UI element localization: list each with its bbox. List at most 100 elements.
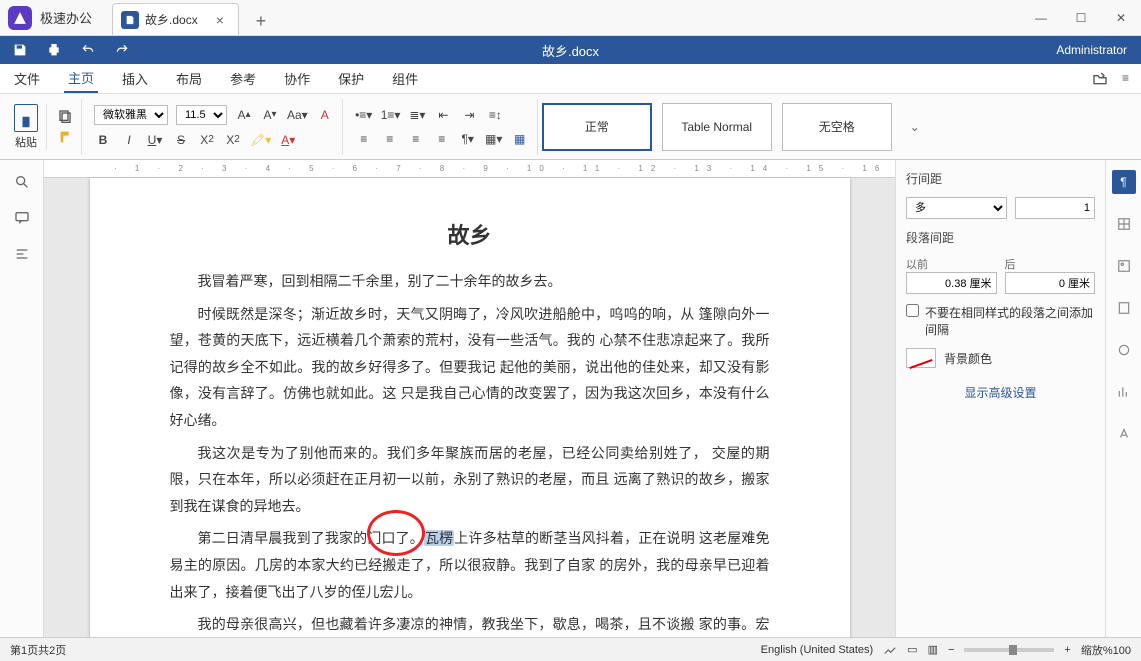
shading-button[interactable]: ▦▾ [485, 130, 503, 148]
comments-icon[interactable] [14, 210, 30, 226]
borders-button[interactable]: ▦ [511, 130, 529, 148]
titlebar: 极速办公 故乡.docx × + — ☐ ✕ [0, 0, 1141, 36]
font-family-select[interactable]: 微软雅黑 [94, 105, 168, 125]
paragraph-panel: 行间距 多 段落间距 以前 后 不要在相同样式的段落之间添加间隔 背景颜色 显示… [895, 160, 1105, 637]
line-spacing-value-input[interactable] [1015, 197, 1095, 219]
close-icon[interactable]: × [216, 12, 224, 28]
after-label: 后 [1005, 256, 1096, 272]
numbering-button[interactable]: 1≡▾ [381, 106, 401, 124]
italic-button[interactable]: I [120, 131, 138, 149]
search-icon[interactable] [14, 174, 30, 190]
menu-collab[interactable]: 协作 [280, 65, 314, 92]
copy-button[interactable] [57, 108, 75, 126]
menu-home[interactable]: 主页 [64, 64, 98, 93]
menu-file[interactable]: 文件 [10, 65, 44, 92]
close-window-button[interactable]: ✕ [1101, 2, 1141, 34]
menu-insert[interactable]: 插入 [118, 65, 152, 92]
selected-text[interactable]: 瓦楞 [424, 530, 454, 546]
align-left-button[interactable]: ≡ [355, 130, 373, 148]
new-tab-button[interactable]: + [247, 7, 275, 35]
more-menu-icon[interactable]: ≡ [1122, 71, 1129, 87]
multilevel-button[interactable]: ≣▾ [408, 106, 426, 124]
document-page[interactable]: 故乡 我冒着严寒，回到相隔二千余里，别了二十余年的故乡去。 时候既然是深冬；渐近… [90, 178, 850, 637]
editor-area[interactable]: · 1 · 2 · 3 · 4 · 5 · 6 · 7 · 8 · 9 · 10… [44, 160, 895, 637]
shrink-font-icon[interactable]: A▾ [261, 106, 279, 124]
decrease-indent-button[interactable]: ⇤ [434, 106, 452, 124]
save-button[interactable] [12, 42, 28, 58]
view-web-icon[interactable]: ▥ [928, 643, 938, 656]
image-pane-icon[interactable] [1112, 254, 1136, 278]
table-pane-icon[interactable] [1112, 212, 1136, 236]
same-style-checkbox[interactable] [906, 304, 919, 317]
zoom-slider[interactable] [964, 648, 1054, 652]
user-label[interactable]: Administrator [1056, 43, 1141, 57]
zoom-in-button[interactable]: + [1064, 644, 1070, 656]
style-table-normal[interactable]: Table Normal [662, 103, 772, 151]
paste-icon[interactable] [14, 104, 38, 132]
menubar: 文件 主页 插入 布局 参考 协作 保护 组件 ≡ [0, 64, 1141, 94]
font-color-a-icon[interactable]: A [316, 106, 334, 124]
page-info[interactable]: 第1页共2页 [10, 642, 66, 658]
grow-font-icon[interactable]: A▴ [235, 106, 253, 124]
bold-button[interactable]: B [94, 131, 112, 149]
track-changes-icon[interactable] [883, 643, 897, 657]
spacing-before-input[interactable] [906, 272, 997, 294]
menu-reference[interactable]: 参考 [226, 65, 260, 92]
show-advanced-link[interactable]: 显示高级设置 [906, 384, 1095, 401]
minimize-button[interactable]: — [1021, 2, 1061, 34]
increase-indent-button[interactable]: ⇥ [460, 106, 478, 124]
justify-button[interactable]: ≡ [433, 130, 451, 148]
para-spacing-label: 段落间距 [906, 229, 1095, 246]
doc-paragraph: 我冒着严寒，回到相隔二千余里，别了二十余年的故乡去。 [170, 268, 770, 295]
doc-paragraph: 我的母亲很高兴，但也藏着许多凄凉的神情，教我坐下，歇息，喝茶，且不谈搬 家的事。… [170, 611, 770, 637]
underline-button[interactable]: U▾ [146, 131, 164, 149]
bg-color-swatch[interactable] [906, 348, 936, 368]
header-pane-icon[interactable] [1112, 296, 1136, 320]
line-spacing-button[interactable]: ≡↕ [486, 106, 504, 124]
strike-button[interactable]: S [172, 131, 190, 149]
print-button[interactable] [46, 42, 62, 58]
view-print-icon[interactable]: ▭ [907, 643, 917, 656]
style-normal[interactable]: 正常 [542, 103, 652, 151]
menu-layout[interactable]: 布局 [172, 65, 206, 92]
headings-icon[interactable] [14, 246, 30, 262]
align-right-button[interactable]: ≡ [407, 130, 425, 148]
tab-strip: 故乡.docx × + [112, 0, 275, 35]
change-case-icon[interactable]: Aa▾ [287, 106, 308, 124]
horizontal-ruler[interactable]: · 1 · 2 · 3 · 4 · 5 · 6 · 7 · 8 · 9 · 10… [44, 160, 895, 178]
styles-expand-button[interactable]: ⌄ [902, 120, 928, 134]
line-spacing-type-select[interactable]: 多 [906, 197, 1007, 219]
checkbox-label: 不要在相同样式的段落之间添加间隔 [925, 304, 1095, 338]
right-rail: ¶ [1105, 160, 1141, 637]
document-title: 故乡.docx [542, 41, 599, 60]
maximize-button[interactable]: ☐ [1061, 2, 1101, 34]
highlight-color-button[interactable]: 🖍▾ [250, 131, 271, 149]
open-file-icon[interactable] [1092, 71, 1108, 87]
paragraph-pane-icon[interactable]: ¶ [1112, 170, 1136, 194]
menu-addons[interactable]: 组件 [388, 65, 422, 92]
document-tab[interactable]: 故乡.docx × [112, 3, 239, 35]
quick-access-bar: 故乡.docx Administrator [0, 36, 1141, 64]
subscript-button[interactable]: X2 [224, 131, 242, 149]
paste-label: 粘贴 [15, 134, 37, 150]
style-no-spacing[interactable]: 无空格 [782, 103, 892, 151]
zoom-out-button[interactable]: − [948, 644, 954, 656]
format-painter-button[interactable] [57, 128, 75, 146]
doc-title: 故乡 [170, 218, 770, 250]
undo-button[interactable] [80, 42, 96, 58]
same-style-checkbox-row[interactable]: 不要在相同样式的段落之间添加间隔 [906, 304, 1095, 338]
chart-pane-icon[interactable] [1112, 380, 1136, 404]
menu-protect[interactable]: 保护 [334, 65, 368, 92]
zoom-label[interactable]: 缩放%100 [1081, 642, 1131, 658]
language-status[interactable]: English (United States) [761, 644, 874, 656]
font-size-select[interactable]: 11.5 [176, 105, 227, 125]
spacing-after-input[interactable] [1005, 272, 1096, 294]
text-art-pane-icon[interactable] [1112, 422, 1136, 446]
show-marks-button[interactable]: ¶▾ [459, 130, 477, 148]
align-center-button[interactable]: ≡ [381, 130, 399, 148]
redo-button[interactable] [114, 42, 130, 58]
shape-pane-icon[interactable] [1112, 338, 1136, 362]
superscript-button[interactable]: X2 [198, 131, 216, 149]
font-color-button[interactable]: A▾ [279, 131, 297, 149]
bullets-button[interactable]: •≡▾ [355, 106, 373, 124]
